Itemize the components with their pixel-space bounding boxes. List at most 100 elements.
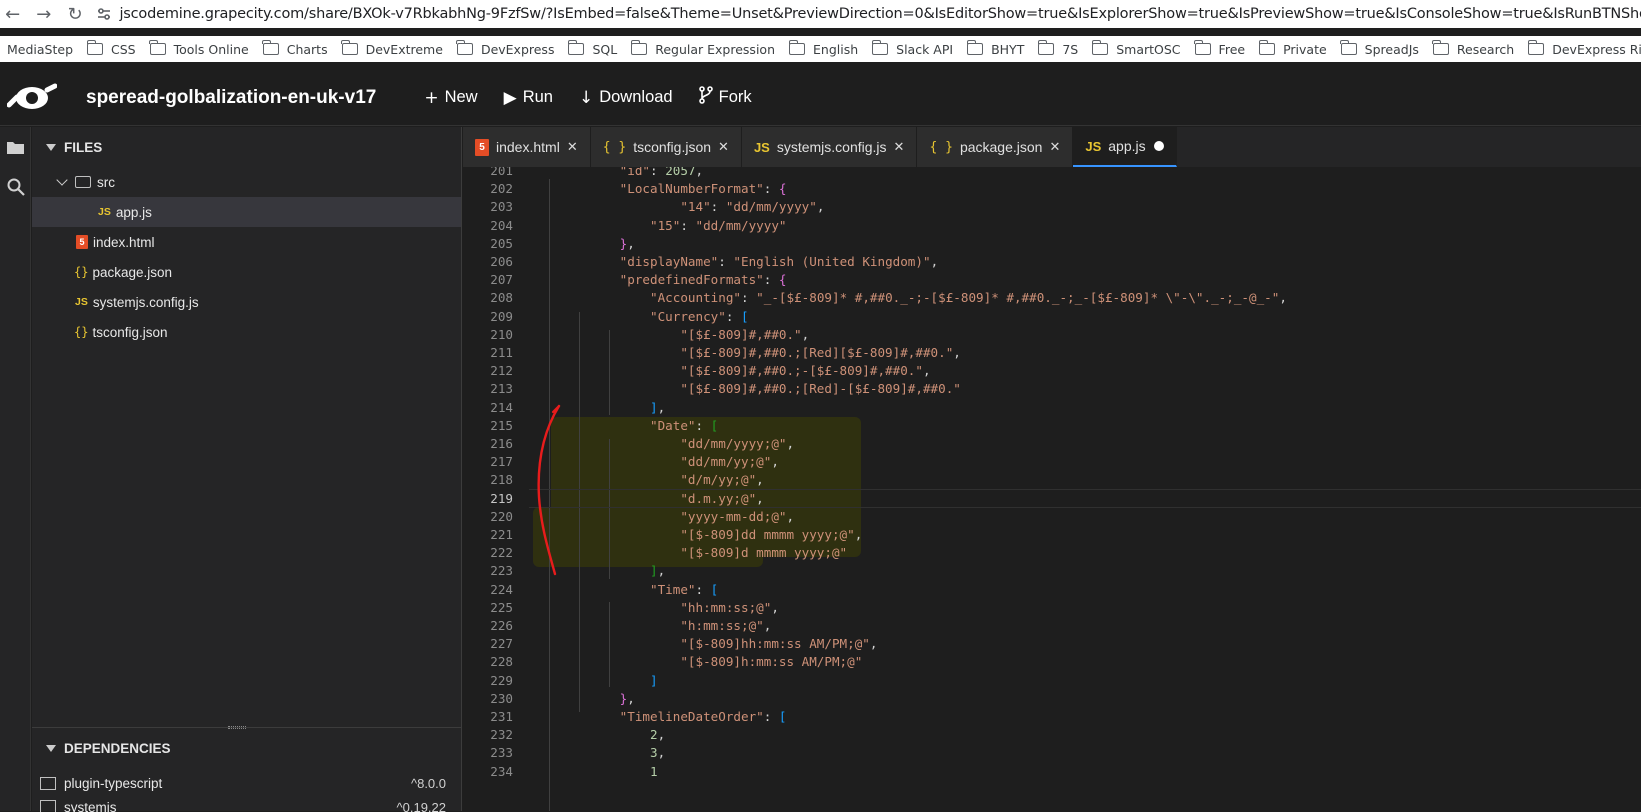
bookmark-item[interactable]: English xyxy=(782,40,865,57)
close-icon[interactable]: ✕ xyxy=(1049,140,1060,155)
tree-file-index-html[interactable]: 5 index.html xyxy=(32,227,461,257)
bookmark-item[interactable]: CSS xyxy=(80,40,143,57)
forward-icon[interactable]: → xyxy=(31,0,56,28)
bookmark-item[interactable]: DevExtreme xyxy=(335,40,450,57)
tab-index-html[interactable]: 5 index.html ✕ xyxy=(463,127,591,167)
tab-systemjs-config[interactable]: JS systemjs.config.js ✕ xyxy=(741,127,918,167)
line-number: 215 xyxy=(490,417,513,433)
line-number: 212 xyxy=(490,363,513,379)
bookmark-item[interactable]: Tools Online xyxy=(143,40,256,57)
site-settings-icon[interactable] xyxy=(94,3,114,25)
folder-icon xyxy=(630,40,648,55)
tab-package-json[interactable]: { } package.json ✕ xyxy=(917,127,1074,167)
line-number: 222 xyxy=(490,545,513,561)
bookmark-label: SpreadJs xyxy=(1364,41,1419,57)
bookmark-item[interactable]: 7S xyxy=(1031,40,1085,57)
dependency-version: ^0.19.22 xyxy=(396,800,446,812)
folder-icon xyxy=(1194,40,1211,55)
code-line: 207 "predefinedFormats": { xyxy=(463,270,1641,289)
line-number: 224 xyxy=(490,581,513,597)
code-line: 209 "Currency": [ xyxy=(463,307,1641,326)
tab-label: app.js xyxy=(1108,138,1146,154)
close-icon[interactable]: ✕ xyxy=(894,140,905,155)
fork-button[interactable]: Fork xyxy=(698,86,752,109)
bookmark-label: English xyxy=(813,41,859,57)
tree-file-tsconfig-json[interactable]: {} tsconfig.json xyxy=(32,317,461,347)
project-title: speread-golbalization-en-uk-v17 xyxy=(86,86,377,108)
bookmark-item[interactable]: DevExpress xyxy=(450,40,562,57)
bookmark-item[interactable]: Research xyxy=(1426,40,1521,57)
tab-tsconfig-json[interactable]: { } tsconfig.json ✕ xyxy=(590,127,742,167)
close-icon[interactable]: ✕ xyxy=(567,140,578,155)
code-text: "dd/mm/yy;@", xyxy=(680,454,779,470)
back-icon[interactable]: ← xyxy=(0,0,25,28)
files-section-header[interactable]: FILES xyxy=(32,127,461,167)
code-text: "dd/mm/yyyy;@", xyxy=(680,436,795,451)
code-text: "14": "dd/mm/yyyy", xyxy=(680,199,825,215)
tree-file-package-json[interactable]: {} package.json xyxy=(32,257,461,287)
bookmark-item[interactable]: DevExpress Ric xyxy=(1521,40,1641,57)
line-number: 204 xyxy=(490,217,513,233)
file-explorer: FILES src JS app.js 5 index.html {} pack… xyxy=(32,127,462,812)
code-line: 234 1 xyxy=(463,762,1641,781)
code-line: 227 "[$-809]hh:mm:ss AM/PM;@", xyxy=(463,634,1641,653)
code-text: "Currency": [ xyxy=(650,308,749,324)
tree-file-app-js[interactable]: JS app.js xyxy=(32,197,461,227)
tree-folder-src[interactable]: src xyxy=(32,167,461,197)
code-line: 230 }, xyxy=(463,689,1641,708)
code-text: "Date": [ xyxy=(650,417,719,433)
code-text: "[$-809]dd mmmm yyyy;@", xyxy=(680,527,863,542)
code-line: 221 "[$-809]dd mmmm yyyy;@", xyxy=(463,525,1641,544)
code-text: "LocalNumberFormat": { xyxy=(619,181,787,197)
code-line: 223 ], xyxy=(463,561,1641,580)
code-text: "hh:mm:ss;@", xyxy=(680,599,779,615)
bookmark-item[interactable]: MediaStep xyxy=(0,42,80,57)
bookmark-item[interactable]: SQL xyxy=(561,40,624,57)
line-number: 220 xyxy=(490,508,513,524)
code-text: "[$£-809]#,##0.", xyxy=(680,326,810,342)
code-text: "yyyy-mm-dd;@", xyxy=(680,508,795,524)
tree-file-systemjs-config[interactable]: JS systemjs.config.js xyxy=(32,287,461,317)
dependencies-section-header[interactable]: DEPENDENCIES xyxy=(32,728,462,768)
line-number: 223 xyxy=(490,563,513,579)
bookmark-item[interactable]: Charts xyxy=(256,40,335,57)
bookmark-item[interactable]: BHYT xyxy=(960,40,1031,57)
unsaved-dot-icon[interactable] xyxy=(1153,141,1164,151)
search-icon[interactable] xyxy=(0,167,31,207)
bookmark-item[interactable]: Free xyxy=(1188,40,1253,57)
files-icon[interactable] xyxy=(0,127,31,167)
bookmark-label: Free xyxy=(1218,41,1246,57)
line-number: 227 xyxy=(490,636,513,652)
code-line: 225 "hh:mm:ss;@", xyxy=(463,598,1641,617)
code-text: "h:mm:ss;@", xyxy=(680,618,772,633)
bookmark-label: MediaStep xyxy=(7,41,74,57)
code-line: 212 "[$£-809]#,##0.;-[$£-809]#,##0.", xyxy=(463,361,1641,380)
code-editor[interactable]: 201 "id": 2057, 202 "LocalNumberFormat": … xyxy=(463,167,1641,811)
close-icon[interactable]: ✕ xyxy=(718,140,729,155)
line-number: 207 xyxy=(490,272,513,288)
file-label: systemjs.config.js xyxy=(92,294,199,310)
bookmark-item[interactable]: SpreadJs xyxy=(1334,40,1426,57)
folder-icon xyxy=(75,176,91,188)
download-button[interactable]: ↓ Download xyxy=(579,88,673,108)
codemine-logo-icon[interactable] xyxy=(0,70,64,126)
bookmark-item[interactable]: Private xyxy=(1252,40,1334,57)
file-label: package.json xyxy=(92,264,173,280)
fork-icon xyxy=(698,86,713,109)
bookmark-label: Tools Online xyxy=(173,41,249,57)
run-button[interactable]: ▶ Run xyxy=(504,88,553,108)
new-button[interactable]: + New xyxy=(424,88,477,108)
reload-icon[interactable]: ↻ xyxy=(62,0,87,28)
tab-label: index.html xyxy=(496,139,560,155)
dependency-row[interactable]: plugin-typescript ^8.0.0 xyxy=(32,768,462,798)
url-field[interactable]: jscodemine.grapecity.com/share/BXOk-v7Rb… xyxy=(119,6,1641,22)
tab-label: systemjs.config.js xyxy=(776,139,887,155)
bookmark-label: DevExpress Ric xyxy=(1552,41,1641,57)
tab-app-js[interactable]: JS app.js xyxy=(1073,127,1177,167)
bookmark-item[interactable]: Regular Expression xyxy=(624,40,782,57)
code-line: 232 2, xyxy=(463,725,1641,744)
app-header: speread-golbalization-en-uk-v17 + New ▶ … xyxy=(0,70,1641,126)
bookmark-item[interactable]: Slack API xyxy=(865,40,960,57)
dependency-row[interactable]: systemjs ^0.19.22 xyxy=(32,798,462,812)
bookmark-item[interactable]: SmartOSC xyxy=(1085,40,1187,57)
